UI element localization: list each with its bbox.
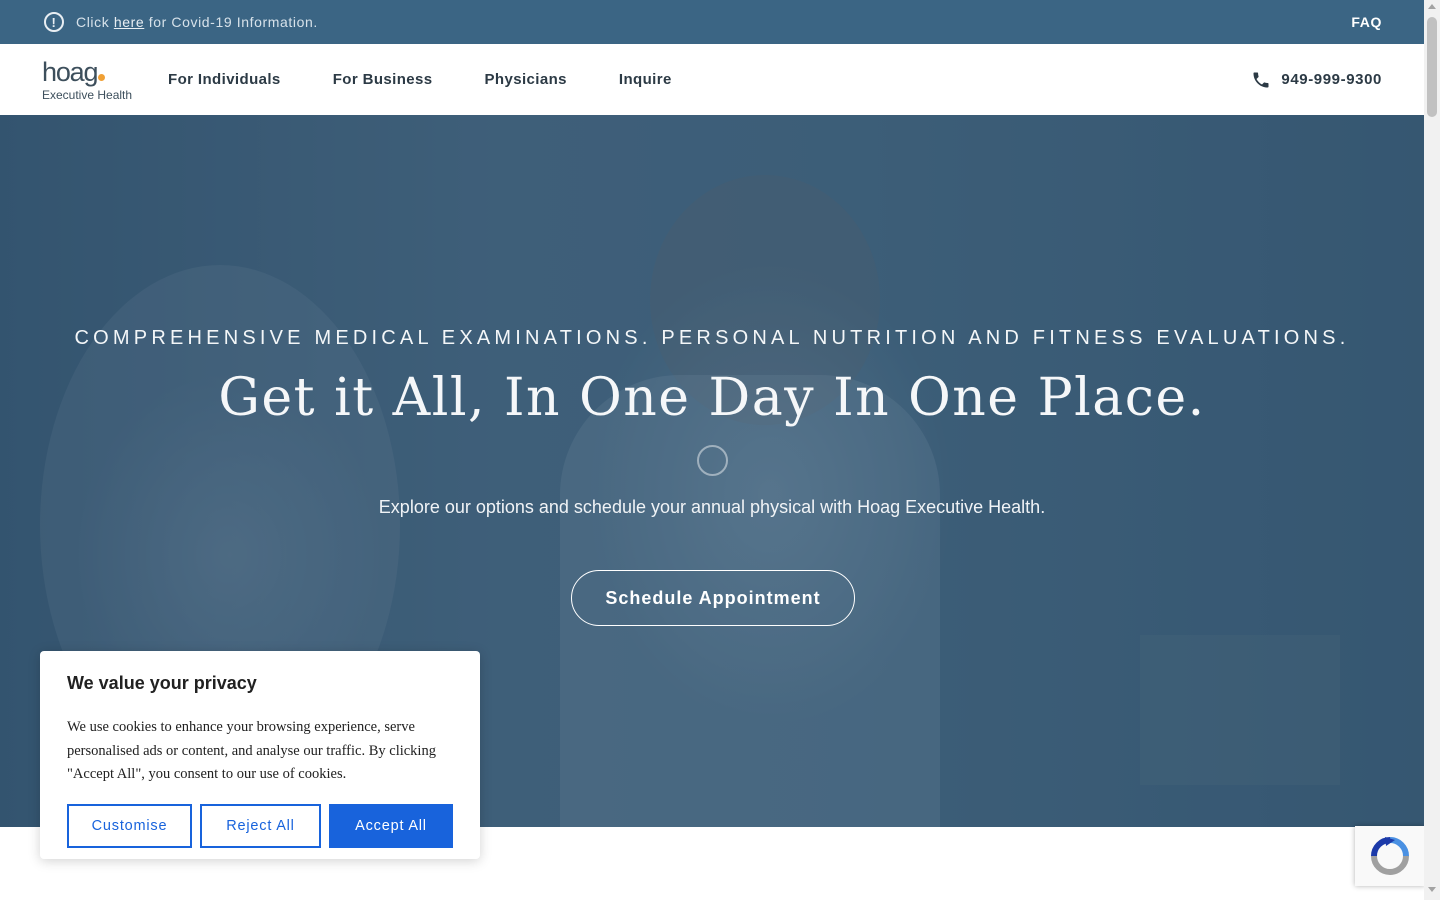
logo-wordmark: hoag — [42, 58, 134, 86]
alert-suffix: for Covid-19 Information. — [148, 14, 318, 30]
alert-message: ! Click here for Covid-19 Information. — [44, 12, 318, 32]
nav-item-inquire[interactable]: Inquire — [619, 71, 672, 88]
scroll-down-arrow-icon[interactable] — [1428, 887, 1436, 892]
reject-all-button[interactable]: Reject All — [200, 803, 321, 848]
cookie-title: We value your privacy — [67, 673, 257, 693]
nav-item-physicians[interactable]: Physicians — [485, 71, 567, 88]
hero-headline: Get it All, In One Day In One Place. — [218, 368, 1206, 428]
schedule-appointment-button[interactable]: Schedule Appointment — [571, 570, 855, 626]
faq-link[interactable]: FAQ — [1351, 14, 1382, 30]
main-navbar: hoag Executive Health For Individuals Fo… — [0, 44, 1424, 115]
cookie-consent-banner: We value your privacy We use cookies to … — [40, 651, 480, 859]
page-scrollbar[interactable] — [1424, 0, 1440, 900]
alert-prefix: Click — [76, 14, 110, 30]
hero-subline: Explore our options and schedule your an… — [378, 497, 1046, 517]
phone-number: 949-999-9300 — [1281, 71, 1382, 88]
logo-text: hoag — [42, 56, 98, 87]
cookie-buttons: Customise Reject All Accept All — [67, 803, 453, 848]
logo-subtitle: Executive Health — [42, 87, 133, 102]
phone-link[interactable]: 949-999-9300 — [1251, 70, 1382, 90]
hero-eyebrow: COMPREHENSIVE MEDICAL EXAMINATIONS. PERS… — [74, 327, 1350, 349]
logo-dot — [98, 73, 106, 81]
nav-item-for-business[interactable]: For Business — [333, 71, 433, 88]
cookie-text: We use cookies to enhance your browsing … — [67, 719, 436, 782]
customise-button[interactable]: Customise — [67, 803, 192, 848]
scrollbar-thumb[interactable] — [1427, 17, 1437, 117]
covid-info-link[interactable]: here — [114, 14, 144, 30]
recaptcha-icon — [1371, 837, 1409, 875]
loading-spinner-icon — [697, 445, 728, 476]
recaptcha-badge[interactable] — [1355, 826, 1425, 886]
exclamation-circle-icon: ! — [44, 12, 64, 32]
hoag-logo[interactable]: hoag Executive Health — [42, 58, 134, 102]
accept-all-button[interactable]: Accept All — [329, 803, 453, 848]
nav-menu: For Individuals For Business Physicians … — [168, 71, 724, 88]
scroll-up-arrow-icon[interactable] — [1428, 4, 1436, 9]
nav-item-for-individuals[interactable]: For Individuals — [168, 71, 281, 88]
phone-icon — [1253, 72, 1269, 87]
covid-alert-bar: ! Click here for Covid-19 Information. F… — [0, 0, 1424, 44]
